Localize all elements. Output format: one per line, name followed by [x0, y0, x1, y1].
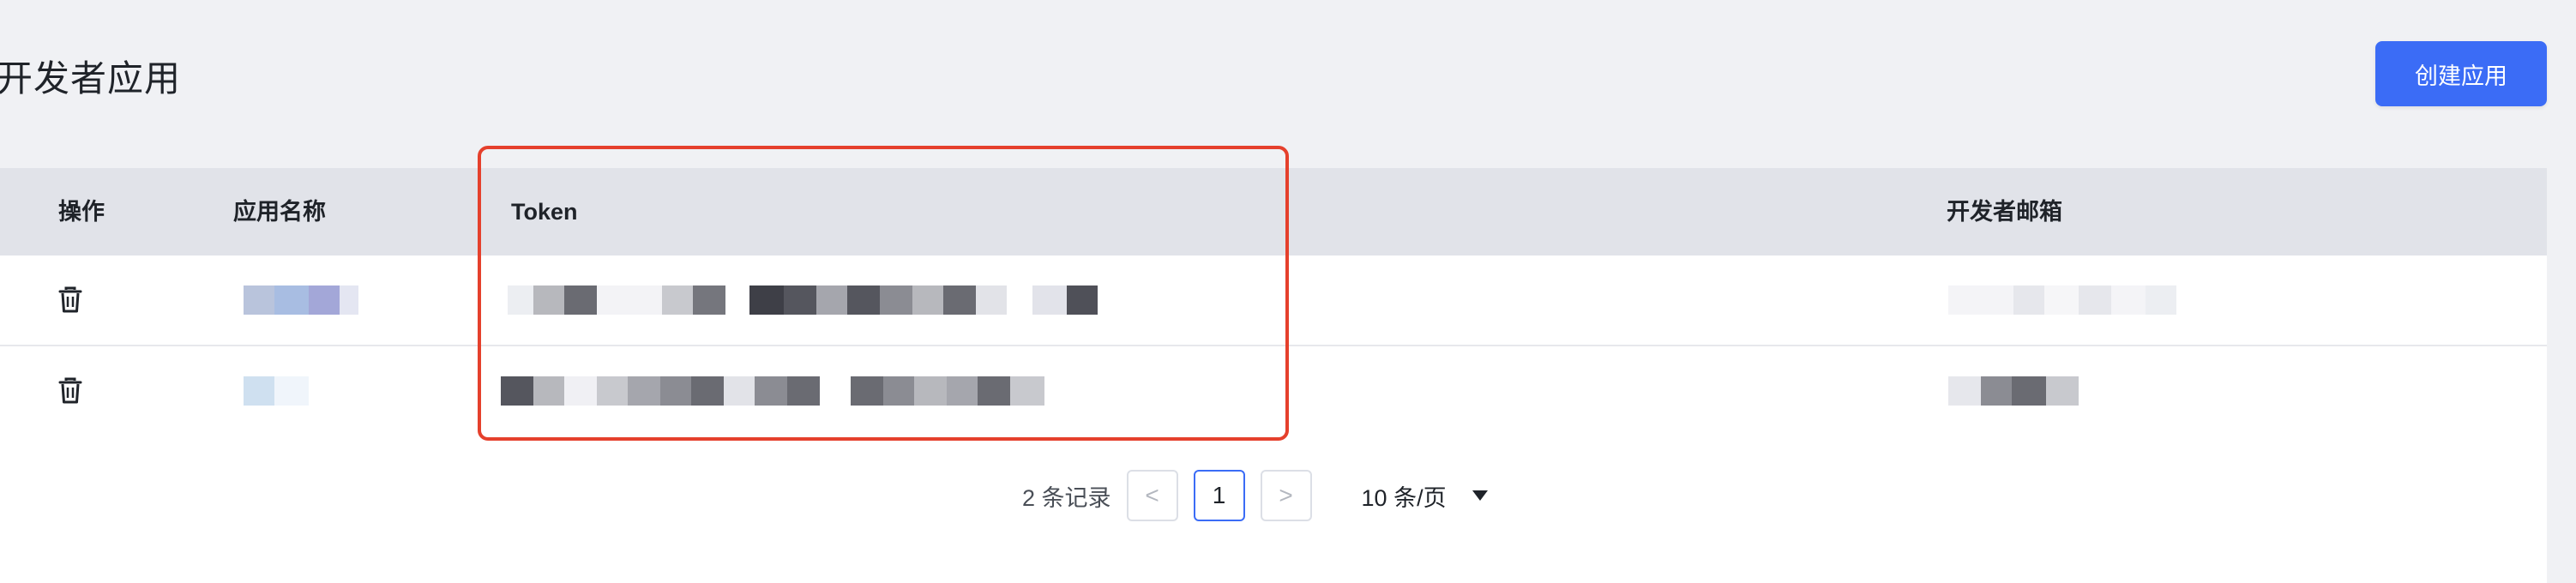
- redacted-app-name: [244, 285, 358, 315]
- create-app-button[interactable]: 创建应用: [2375, 41, 2547, 106]
- app-name-cell: [244, 346, 309, 436]
- page-title: 开发者应用: [0, 58, 182, 99]
- delete-button[interactable]: [58, 255, 86, 345]
- column-header-actions: 操作: [58, 199, 105, 225]
- redacted-email: [1948, 376, 2079, 406]
- trash-icon: [58, 286, 82, 313]
- redacted-email: [1948, 285, 2176, 315]
- caret-down-icon: [1472, 490, 1488, 501]
- app-name-cell: [244, 255, 358, 345]
- redacted-app-name: [244, 376, 309, 406]
- column-header-developer-email: 开发者邮箱: [1947, 199, 2062, 225]
- page-size-select[interactable]: 10 条/页: [1362, 479, 1488, 513]
- page-size-value: 10 条/页: [1361, 484, 1447, 511]
- column-header-app-name: 应用名称: [233, 199, 326, 225]
- pagination: 2 条记录 < 1 > 10 条/页: [1022, 468, 1488, 523]
- token-column-highlight: [478, 146, 1289, 441]
- delete-button[interactable]: [58, 346, 86, 436]
- page-1-button[interactable]: 1: [1193, 470, 1245, 521]
- next-page-button[interactable]: >: [1260, 470, 1312, 521]
- prev-page-button[interactable]: <: [1126, 470, 1178, 521]
- email-cell: [1948, 346, 2079, 436]
- total-records: 2 条记录: [1022, 484, 1111, 511]
- trash-icon: [58, 377, 82, 404]
- email-cell: [1948, 255, 2176, 345]
